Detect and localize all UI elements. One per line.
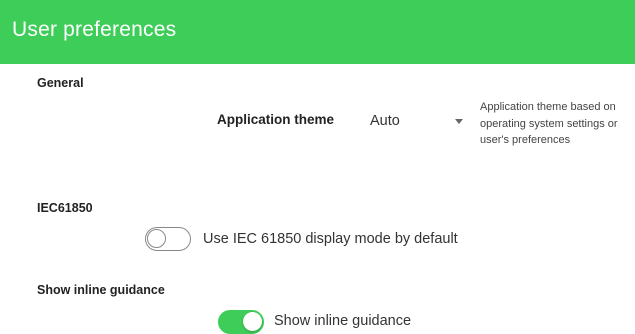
inline-guidance-toggle[interactable] <box>218 310 264 334</box>
chevron-down-icon <box>455 119 463 124</box>
page-header: User preferences <box>0 0 635 64</box>
section-title-inline-guidance: Show inline guidance <box>37 283 165 297</box>
application-theme-select[interactable]: Auto <box>358 106 468 134</box>
section-title-iec61850: IEC61850 <box>37 201 93 215</box>
toggle-knob <box>243 312 262 331</box>
application-theme-help: Application theme based on operating sys… <box>480 101 618 146</box>
section-title-general: General <box>37 76 84 90</box>
toggle-knob <box>147 229 166 248</box>
page-title: User preferences <box>12 18 177 41</box>
iec61850-display-mode-label: Use IEC 61850 display mode by default <box>203 231 458 247</box>
application-theme-value: Auto <box>370 113 400 129</box>
iec61850-display-mode-toggle[interactable] <box>145 227 191 251</box>
application-theme-label: Application theme <box>217 112 335 127</box>
inline-guidance-label: Show inline guidance <box>274 313 412 329</box>
